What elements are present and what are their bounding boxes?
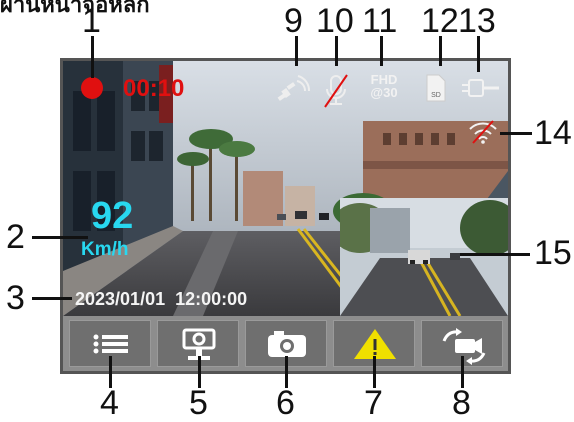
speed-value: 92 (91, 195, 134, 237)
callout-1: 1 (82, 2, 101, 40)
wifi-off-icon (469, 120, 497, 144)
callout-line-15 (460, 253, 530, 256)
callout-line-9 (295, 36, 298, 66)
resolution-indicator: FHD @30 (367, 73, 401, 99)
page-header-fragment: ผ่านหน้าจอหลัก (0, 0, 150, 14)
callout-7: 7 (364, 384, 383, 422)
callout-line-1 (91, 36, 94, 78)
recording-time: 00:10 (123, 75, 185, 102)
callout-12: 12 (421, 2, 459, 40)
gps-signal-icon (277, 75, 311, 101)
rear-camera-pip[interactable] (340, 198, 508, 316)
callout-4: 4 (100, 384, 119, 422)
callout-line-11 (380, 36, 383, 66)
sd-card-label: SD (431, 92, 441, 99)
callout-8: 8 (452, 384, 471, 422)
callout-13: 13 (458, 2, 496, 40)
callout-line-13 (477, 36, 480, 72)
recording-dot-icon (81, 77, 103, 99)
callout-6: 6 (276, 384, 295, 422)
framerate-label: @30 (370, 85, 398, 100)
callout-line-12 (439, 36, 442, 66)
date-time-stamp: 2023/01/01 12:00:00 (75, 289, 248, 309)
power-plug-icon (462, 79, 499, 97)
microphone-muted-icon (324, 74, 348, 108)
camera-screen: 00:10 FHD @30 SD 92 Km/h 2023/01/01 12:0… (60, 58, 511, 374)
callout-line-3 (32, 297, 72, 300)
callout-15: 15 (534, 234, 572, 272)
callout-11: 11 (362, 2, 398, 40)
callout-5: 5 (189, 384, 208, 422)
callout-line-14 (500, 132, 532, 135)
callout-10: 10 (316, 2, 354, 40)
callout-9: 9 (284, 2, 303, 40)
callout-line-2 (32, 236, 88, 239)
callout-3: 3 (6, 279, 25, 317)
callout-14: 14 (534, 114, 572, 152)
speed-unit: Km/h (81, 239, 129, 260)
callout-2: 2 (6, 218, 25, 256)
sd-card-icon: SD (426, 74, 446, 102)
callout-line-10 (335, 36, 338, 66)
